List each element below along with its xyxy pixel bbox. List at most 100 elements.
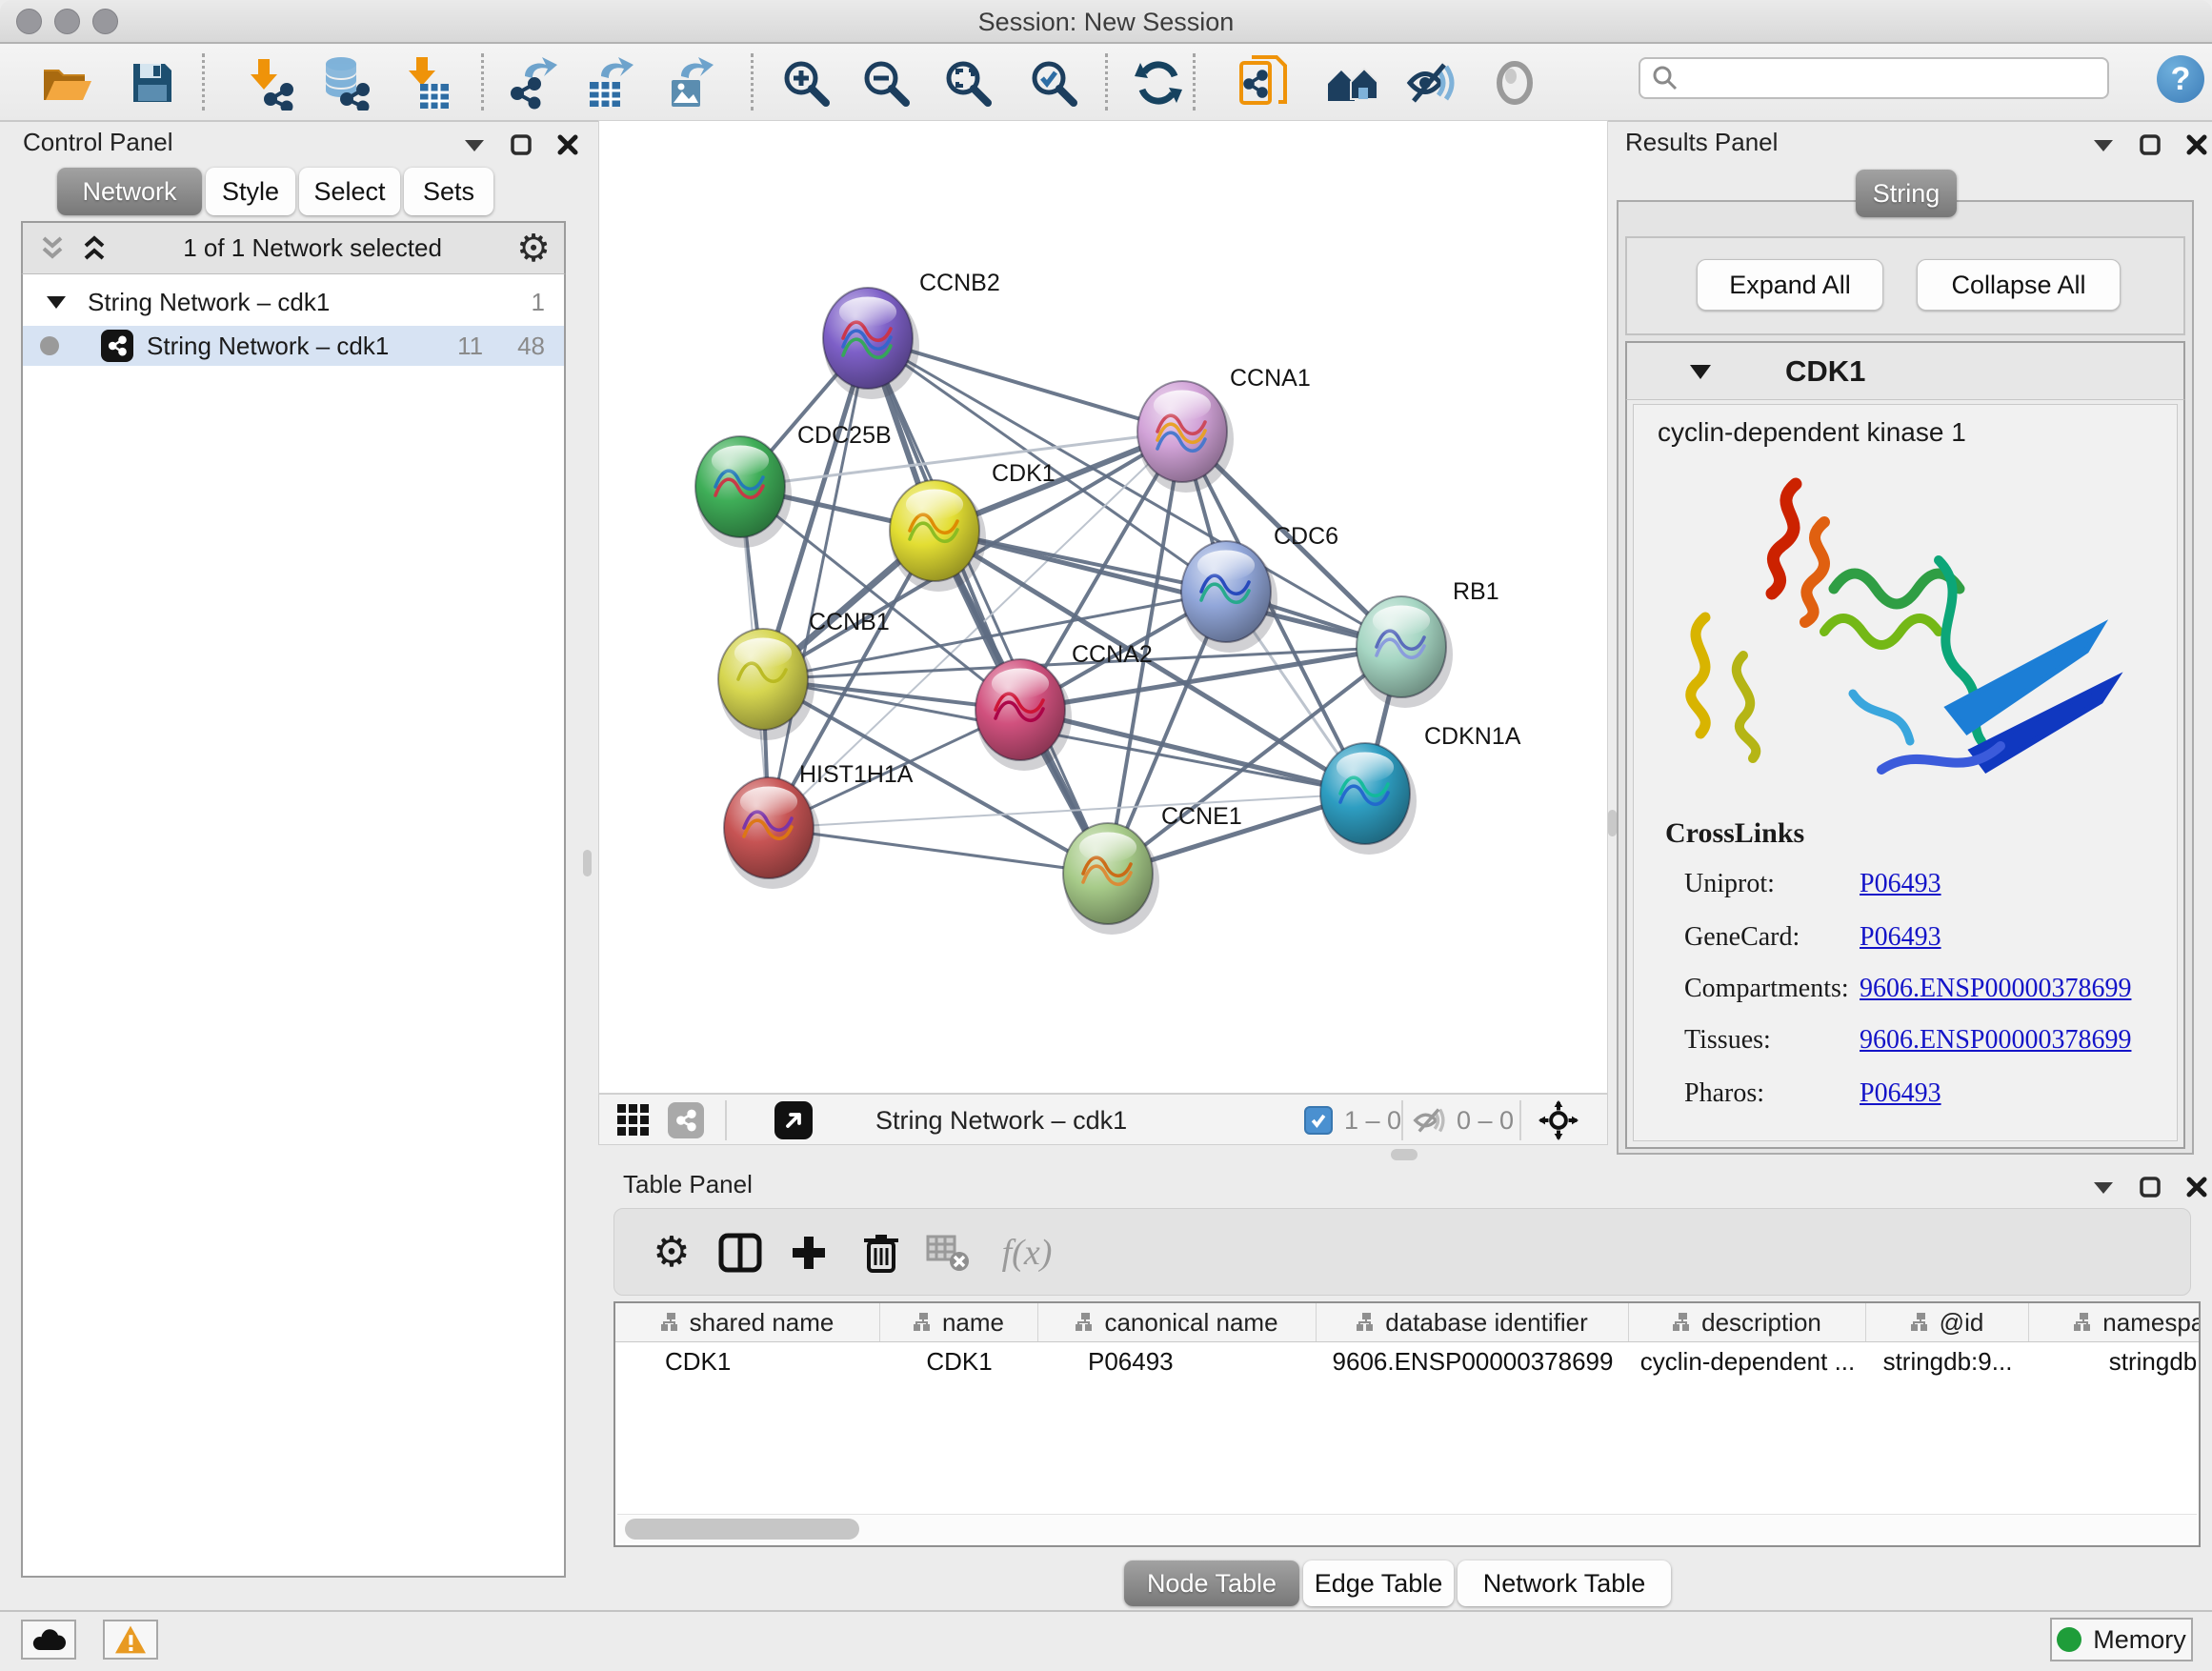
zoom-in-icon[interactable] <box>774 51 837 114</box>
cloud-status-button[interactable] <box>21 1620 76 1660</box>
maximize-panel-icon[interactable] <box>511 134 532 155</box>
selected-checkbox-icon[interactable] <box>1304 1101 1333 1139</box>
horizontal-scrollbar[interactable] <box>617 1514 2197 1543</box>
network-node-CDC6[interactable]: CDC6 <box>1181 523 1338 653</box>
network-node-CDKN1A[interactable]: CDKN1A <box>1320 723 1521 855</box>
node-label-CCNA1: CCNA1 <box>1230 365 1311 392</box>
warning-status-button[interactable] <box>103 1620 158 1660</box>
column-header-description[interactable]: description <box>1629 1303 1866 1341</box>
apply-layout-icon[interactable] <box>1127 51 1190 114</box>
table-cell: P06493 <box>1038 1342 1317 1380</box>
close-panel-icon[interactable] <box>2185 1176 2208 1198</box>
column-header-name[interactable]: name <box>880 1303 1038 1341</box>
collapse-all-button[interactable]: Collapse All <box>1917 259 2121 311</box>
delete-table-icon <box>917 1222 978 1283</box>
right-splitter-grip[interactable] <box>1608 810 1617 836</box>
memory-button[interactable]: Memory <box>2050 1618 2193 1661</box>
hide-unhide-icon[interactable] <box>1401 51 1464 114</box>
results-panel-controls <box>2092 133 2208 156</box>
goto-network-icon[interactable] <box>774 1101 813 1139</box>
section-expander-icon[interactable] <box>1688 362 1713 381</box>
search-input[interactable] <box>1679 63 2107 94</box>
crosslink-value-link[interactable]: P06493 <box>1860 1078 1941 1109</box>
crosslink-value-link[interactable]: P06493 <box>1860 869 1941 899</box>
preview-eye-icon[interactable] <box>1483 51 1546 114</box>
home-networks-icon[interactable] <box>1321 51 1384 114</box>
network-graph[interactable]: CCNB2CCNA1CDC25BCDK1CDC6RB1CCNB1CCNA2CDK… <box>599 121 1607 1093</box>
toolbar-separator <box>1401 1100 1403 1140</box>
table-row[interactable]: CDK1CDK1P064939606.ENSP00000378699cyclin… <box>615 1342 2199 1380</box>
import-network-database-icon[interactable] <box>312 51 374 114</box>
close-panel-icon[interactable] <box>2185 133 2208 156</box>
tab-select[interactable]: Select <box>299 168 400 215</box>
tab-network[interactable]: Network <box>57 168 202 215</box>
hidden-eye-icon[interactable] <box>1413 1101 1449 1139</box>
control-panel-header: Control Panel <box>23 128 404 157</box>
tab-node-table[interactable]: Node Table <box>1124 1560 1299 1606</box>
network-node-CCNE1[interactable]: CCNE1 <box>1063 803 1242 935</box>
tree-options-gear-icon[interactable]: ⚙ <box>516 230 551 268</box>
network-view-canvas[interactable]: CCNB2CCNA1CDC25BCDK1CDC6RB1CCNB1CCNA2CDK… <box>598 120 1608 1094</box>
column-header-shared-name[interactable]: shared name <box>615 1303 880 1341</box>
column-header-database-identifier[interactable]: database identifier <box>1317 1303 1629 1341</box>
crosslink-value-link[interactable]: P06493 <box>1860 922 1941 953</box>
tab-string-results[interactable]: String <box>1856 170 1957 217</box>
left-splitter-grip[interactable] <box>583 850 592 876</box>
close-panel-icon[interactable] <box>556 133 579 156</box>
column-header--id[interactable]: @id <box>1866 1303 2029 1341</box>
zoom-out-icon[interactable] <box>855 51 917 114</box>
show-columns-icon[interactable] <box>710 1222 771 1283</box>
tree-row-root[interactable]: String Network – cdk1 1 <box>23 282 564 322</box>
tree-expander-icon[interactable] <box>46 293 67 311</box>
network-node-HIST1H1A[interactable]: HIST1H1A <box>724 761 914 889</box>
save-session-icon[interactable] <box>121 51 184 114</box>
crosslink-value-link[interactable]: 9606.ENSP00000378699 <box>1860 1025 2131 1056</box>
float-panel-icon[interactable] <box>463 136 486 153</box>
control-panel-controls <box>463 133 579 156</box>
crosslink-value-link[interactable]: 9606.ENSP00000378699 <box>1860 974 2131 1004</box>
zoom-selected-icon[interactable] <box>1022 51 1085 114</box>
maximize-panel-icon[interactable] <box>2140 134 2161 155</box>
import-network-file-icon[interactable] <box>235 51 298 114</box>
column-header-canonical-name[interactable]: canonical name <box>1038 1303 1317 1341</box>
delete-column-trash-icon[interactable] <box>851 1222 912 1283</box>
crosslink-label: Uniprot: <box>1684 869 1775 899</box>
column-header-namespace[interactable]: namespace <box>2029 1303 2201 1341</box>
export-network-icon[interactable] <box>502 51 565 114</box>
help-button[interactable]: ? <box>2157 55 2204 103</box>
import-table-icon[interactable] <box>395 51 458 114</box>
collapse-all-icon[interactable] <box>38 235 67 262</box>
pan-crosshair-icon[interactable] <box>1538 1101 1579 1139</box>
tab-network-table[interactable]: Network Table <box>1458 1560 1671 1606</box>
node-label-CCNE1: CCNE1 <box>1161 803 1242 830</box>
scrollbar-thumb[interactable] <box>625 1519 859 1540</box>
maximize-panel-icon[interactable] <box>2140 1177 2161 1198</box>
expand-all-icon[interactable] <box>80 235 109 262</box>
float-panel-icon[interactable] <box>2092 1178 2115 1196</box>
node-label-CDKN1A: CDKN1A <box>1424 723 1521 750</box>
expand-all-button[interactable]: Expand All <box>1697 259 1883 311</box>
cdk1-section-header[interactable]: CDK1 <box>1625 341 2185 400</box>
export-table-icon[interactable] <box>578 51 641 114</box>
tab-style[interactable]: Style <box>206 168 295 215</box>
birds-eye-grid-icon[interactable] <box>616 1101 651 1139</box>
search-icon <box>1652 65 1679 91</box>
table-settings-gear-icon[interactable]: ⚙ <box>641 1222 702 1283</box>
tree-row-network[interactable]: String Network – cdk1 11 48 <box>23 326 564 366</box>
node-label-CCNB2: CCNB2 <box>919 270 1000 296</box>
network-share-icon[interactable] <box>668 1101 704 1139</box>
horizontal-splitter-grip[interactable] <box>1391 1149 1418 1160</box>
float-panel-icon[interactable] <box>2092 136 2115 153</box>
network-node-CCNB2[interactable]: CCNB2 <box>823 270 1000 399</box>
network-node-RB1[interactable]: RB1 <box>1357 578 1499 708</box>
search-field[interactable] <box>1639 57 2109 99</box>
tab-edge-table[interactable]: Edge Table <box>1303 1560 1454 1606</box>
add-column-icon[interactable] <box>778 1222 839 1283</box>
export-image-icon[interactable] <box>658 51 721 114</box>
open-session-icon[interactable] <box>35 51 98 114</box>
network-view-toolbar: String Network – cdk1 1 – 0 0 – 0 <box>598 1094 1608 1145</box>
zoom-fit-icon[interactable] <box>936 51 999 114</box>
hidden-count: 0 – 0 <box>1457 1101 1514 1139</box>
network-from-document-icon[interactable] <box>1232 51 1295 114</box>
tab-sets[interactable]: Sets <box>404 168 493 215</box>
